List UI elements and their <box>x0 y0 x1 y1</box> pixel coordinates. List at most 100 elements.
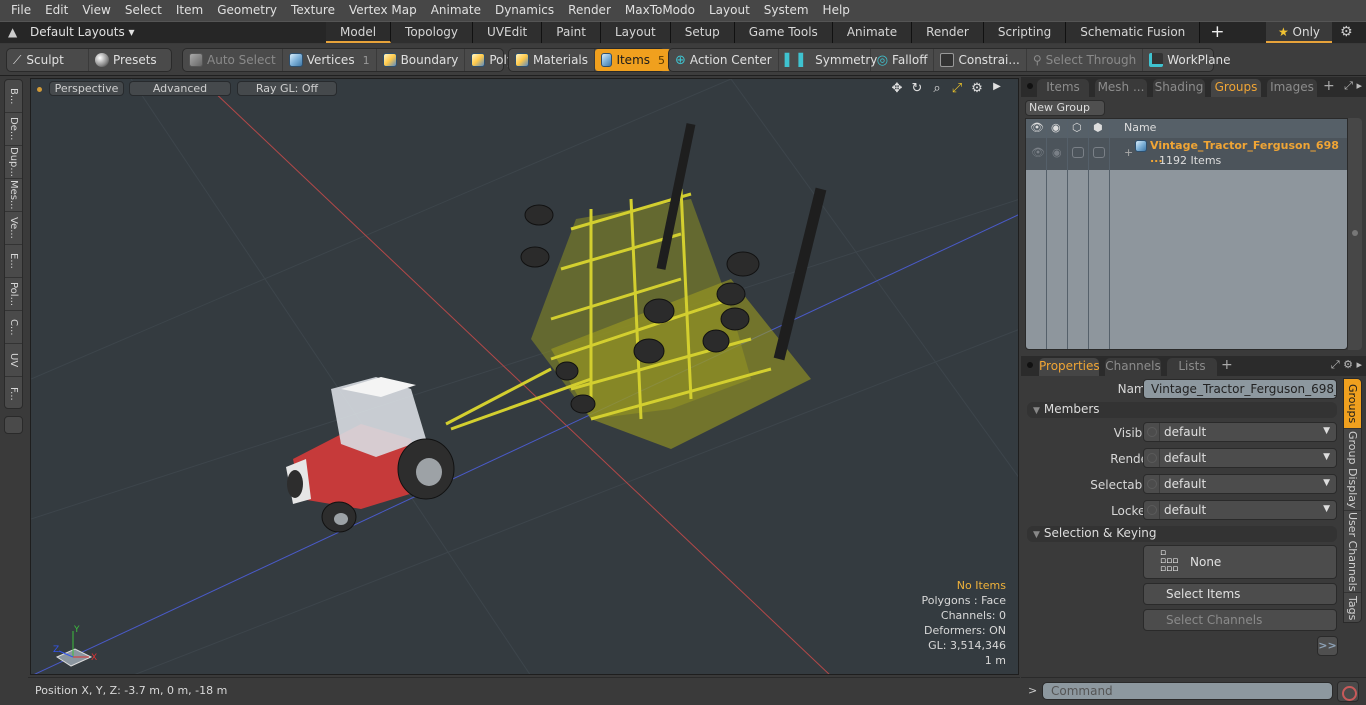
menu-layout[interactable]: Layout <box>702 0 757 21</box>
row-select-checkbox[interactable] <box>1093 147 1105 158</box>
items-button[interactable]: Items 5 <box>595 49 672 71</box>
render-column-icon[interactable]: ◉ <box>1051 121 1061 134</box>
tab-uvedit[interactable]: UVEdit <box>473 22 543 43</box>
select-items-button[interactable]: Select Items <box>1143 583 1337 605</box>
tab-images[interactable]: Images <box>1267 79 1317 97</box>
tab-paint[interactable]: Paint <box>542 22 601 43</box>
select-channels-button[interactable]: Select Channels <box>1143 609 1337 631</box>
left-tab-pol[interactable]: Pol... <box>5 278 22 311</box>
members-section-header[interactable]: ▼ Members <box>1027 402 1337 418</box>
side-tab-group-display[interactable]: Group Display <box>1344 429 1361 511</box>
sculpt-button[interactable]: ⟋ Sculpt <box>7 49 89 71</box>
tab-groups[interactable]: Groups <box>1211 79 1261 97</box>
tab-setup[interactable]: Setup <box>670 22 735 43</box>
selectable-dropdown[interactable]: default ▼ <box>1143 474 1337 494</box>
3d-viewport[interactable]: Y X Z Perspective Advanced Ray GL: Off ✥… <box>30 78 1019 675</box>
none-hierarchy-button[interactable]: ▫ ▫▫▫ ▫▫▫ None <box>1143 545 1337 579</box>
group-row[interactable]: 👁 ◉ + Vintage_Tractor_Ferguson_698 ... 1… <box>1026 138 1347 170</box>
boundary-button[interactable]: Boundary <box>377 49 466 71</box>
name-column-header[interactable]: Name <box>1124 121 1156 134</box>
auto-select-button[interactable]: Auto Select <box>183 49 283 71</box>
tab-topology[interactable]: Topology <box>391 22 474 43</box>
move-view-icon[interactable]: ✥ <box>890 81 904 96</box>
default-layouts-dropdown[interactable]: Default Layouts ▾ <box>30 25 135 39</box>
menu-edit[interactable]: Edit <box>38 0 75 21</box>
menu-system[interactable]: System <box>757 0 816 21</box>
falloff-button[interactable]: ◎ Falloff <box>871 49 935 71</box>
tab-model[interactable]: Model <box>326 22 392 43</box>
left-tab-c[interactable]: C... <box>5 311 22 344</box>
panel-expand-icon[interactable]: ⤢ ▸ <box>1344 79 1362 93</box>
rotate-view-icon[interactable]: ↻ <box>910 81 924 96</box>
menu-file[interactable]: File <box>4 0 38 21</box>
tab-render[interactable]: Render <box>912 22 984 43</box>
tab-schematic-fusion[interactable]: Schematic Fusion <box>1066 22 1201 43</box>
row-render-icon[interactable]: ◉ <box>1052 146 1062 159</box>
tab-layout[interactable]: Layout <box>600 22 671 43</box>
tab-animate[interactable]: Animate <box>832 22 913 43</box>
record-macro-button[interactable] <box>1337 681 1359 702</box>
add-properties-tab-button[interactable]: + <box>1221 357 1233 373</box>
left-tab-uv[interactable]: UV <box>5 344 22 377</box>
group-list-scrollbar[interactable] <box>1348 118 1362 350</box>
vertices-button[interactable]: Vertices 1 <box>283 49 377 71</box>
left-tab-mes[interactable]: Mes... <box>5 179 22 212</box>
menu-maxtomodo[interactable]: MaxToModo <box>618 0 702 21</box>
command-input[interactable]: Command <box>1042 682 1333 700</box>
row-lock-checkbox[interactable] <box>1072 147 1084 158</box>
shading-mode-button[interactable]: Advanced <box>129 81 231 96</box>
tab-items[interactable]: Items <box>1037 79 1089 97</box>
select-column-icon[interactable]: ⬢ <box>1093 121 1103 134</box>
menu-vertex-map[interactable]: Vertex Map <box>342 0 424 21</box>
tab-properties[interactable]: Properties <box>1039 358 1100 376</box>
visible-dropdown[interactable]: default ▼ <box>1143 422 1337 442</box>
side-tab-tags[interactable]: Tags <box>1344 593 1361 623</box>
selection-keying-section-header[interactable]: ▼ Selection & Keying <box>1027 526 1337 542</box>
menu-view[interactable]: View <box>75 0 117 21</box>
tab-scripting[interactable]: Scripting <box>983 22 1067 43</box>
new-group-button[interactable]: New Group <box>1025 100 1105 116</box>
tab-shading[interactable]: Shading <box>1153 79 1205 97</box>
menu-geometry[interactable]: Geometry <box>210 0 284 21</box>
menu-render[interactable]: Render <box>561 0 618 21</box>
tab-lists[interactable]: Lists <box>1167 358 1217 376</box>
raygl-button[interactable]: Ray GL: Off <box>237 81 337 96</box>
left-tab-f[interactable]: F... <box>5 377 22 410</box>
menu-select[interactable]: Select <box>118 0 169 21</box>
add-tab-button[interactable]: + <box>1200 22 1234 44</box>
side-tab-user-channels[interactable]: User Channels <box>1344 511 1361 593</box>
menu-texture[interactable]: Texture <box>284 0 342 21</box>
menu-animate[interactable]: Animate <box>424 0 488 21</box>
layout-expand-icon[interactable]: ▲ <box>8 25 17 39</box>
viewport-more-icon[interactable]: ▶ <box>990 81 1004 96</box>
presets-button[interactable]: Presets <box>89 49 163 71</box>
left-tab-e[interactable]: E... <box>5 245 22 278</box>
tab-game-tools[interactable]: Game Tools <box>734 22 833 43</box>
expand-row-icon[interactable]: + <box>1124 146 1133 159</box>
side-tab-groups[interactable]: Groups <box>1344 379 1361 429</box>
lock-column-icon[interactable]: ⬡ <box>1072 121 1082 134</box>
select-through-button[interactable]: ⚲ Select Through <box>1027 49 1144 71</box>
constraints-button[interactable]: Constrai... <box>934 49 1027 71</box>
symmetry-button[interactable]: ▌▐ Symmetry <box>779 49 877 71</box>
menu-dynamics[interactable]: Dynamics <box>488 0 561 21</box>
viewport-gear-icon[interactable]: ⚙ <box>970 81 984 96</box>
viewport-options-dot[interactable] <box>37 87 42 92</box>
visibility-column-icon[interactable]: 👁 <box>1030 121 1044 134</box>
add-panel-tab-button[interactable]: + <box>1323 78 1335 94</box>
view-mode-button[interactable]: Perspective <box>49 81 124 96</box>
only-favorites-button[interactable]: ★ Only <box>1266 22 1332 43</box>
menu-item[interactable]: Item <box>169 0 210 21</box>
maximize-view-icon[interactable]: ⤢ <box>950 81 964 96</box>
name-input[interactable]: Vintage_Tractor_Ferguson_698_with_ <box>1143 379 1337 399</box>
materials-button[interactable]: Materials <box>509 49 596 71</box>
left-tab-b[interactable]: B... <box>5 80 22 113</box>
left-tab-dup[interactable]: Dup... <box>5 146 22 179</box>
locked-dropdown[interactable]: default ▼ <box>1143 500 1337 520</box>
render-dropdown[interactable]: default ▼ <box>1143 448 1337 468</box>
left-tab-ve[interactable]: Ve... <box>5 212 22 245</box>
left-small-tab[interactable] <box>4 416 23 434</box>
more-button[interactable]: >> <box>1317 636 1338 656</box>
zoom-view-icon[interactable]: ⌕ <box>930 81 944 96</box>
scroll-handle[interactable] <box>1352 230 1358 236</box>
